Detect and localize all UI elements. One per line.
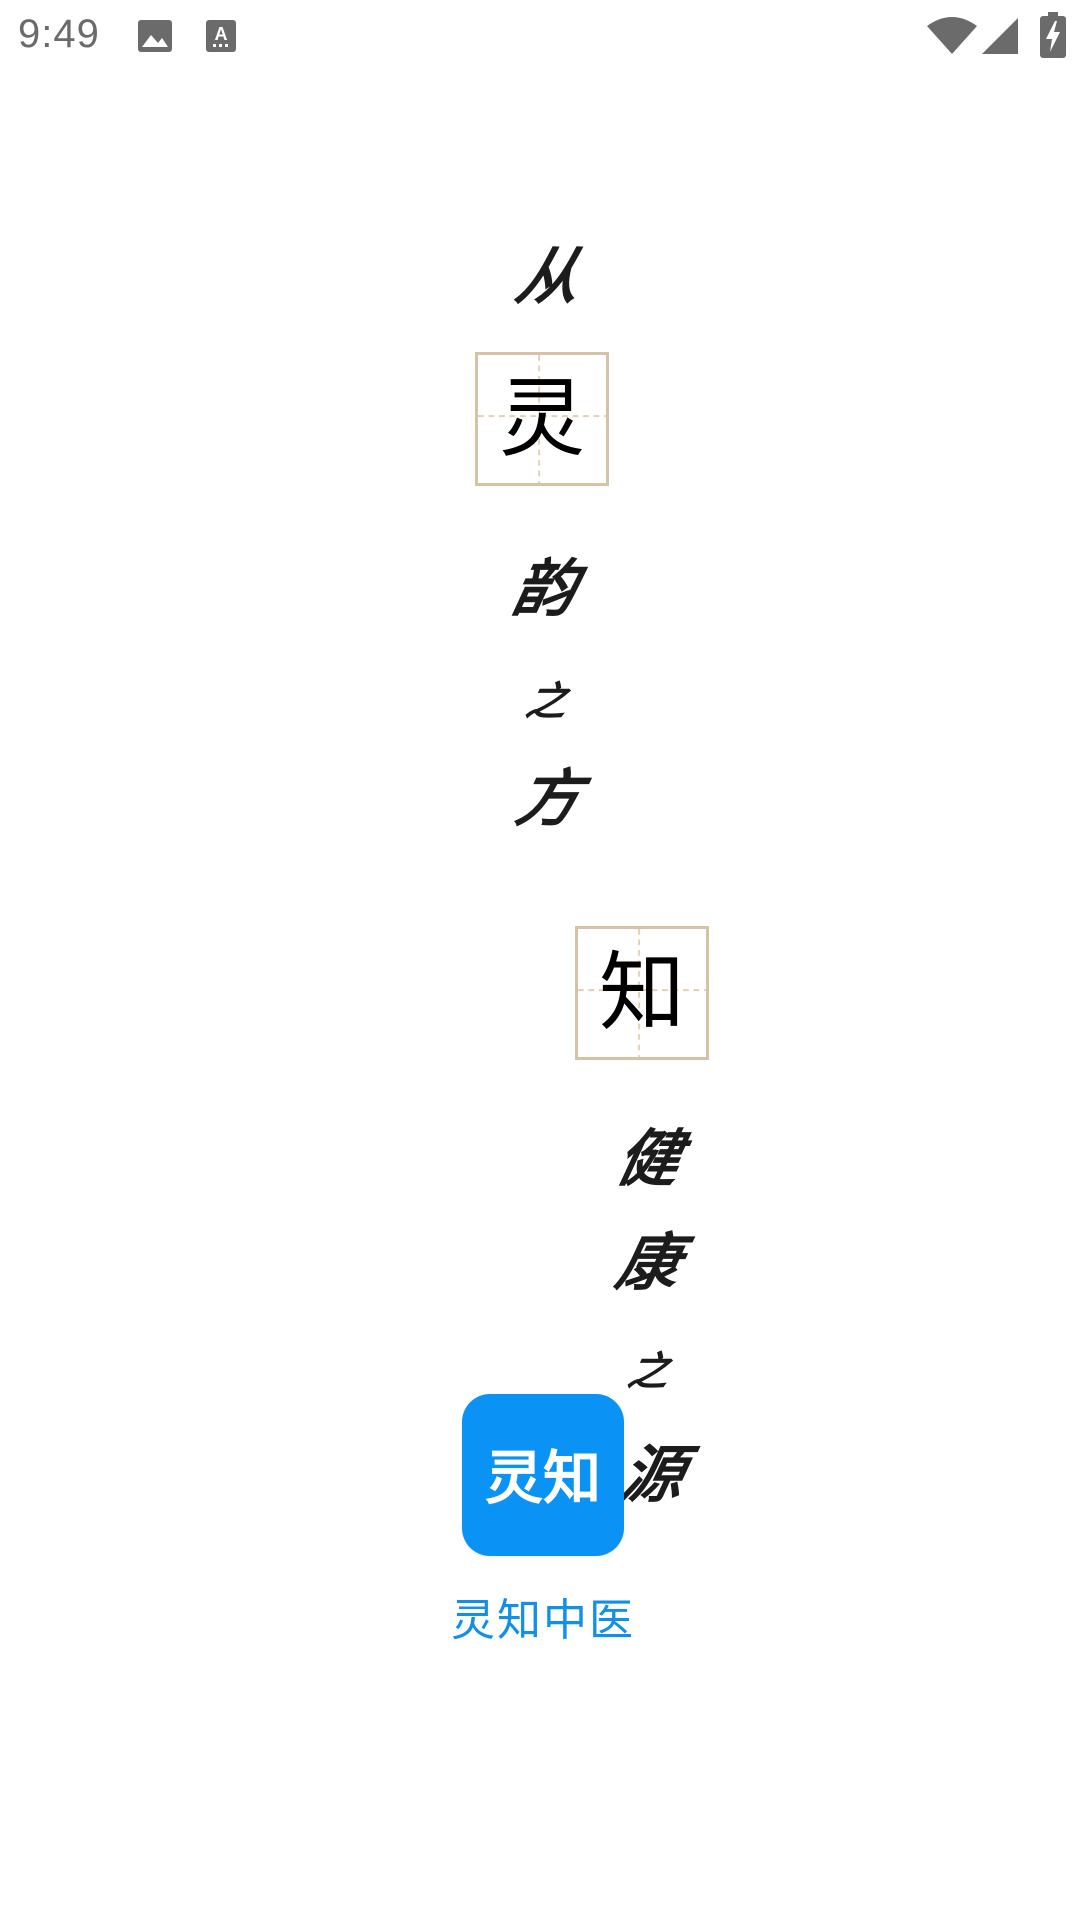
boxed-char: 知 xyxy=(599,943,685,1043)
slogan-char: 韵 xyxy=(506,552,584,625)
keyboard-icon: A xyxy=(205,18,237,54)
svg-text:A: A xyxy=(215,24,228,44)
battery-charging-icon xyxy=(1040,12,1066,58)
splash-screen: 9:49 A 从 灵 韵 之 方 知 健 康 之 源 灵知 灵知中医 xyxy=(0,0,1080,1920)
app-logo: 灵知 xyxy=(462,1394,624,1556)
slogan-char: 从 xyxy=(510,240,588,313)
slogan-char: 之 xyxy=(522,678,573,725)
app-logo-mark: 灵知 xyxy=(485,1444,601,1512)
wifi-icon xyxy=(926,16,978,56)
svg-text:灵知: 灵知 xyxy=(485,1444,601,1512)
slogan-char: 健 xyxy=(610,1122,688,1195)
slogan-char: 康 xyxy=(610,1226,688,1299)
slogan-char: 方 xyxy=(510,762,588,835)
signal-icon xyxy=(980,16,1020,56)
slogan-char: 之 xyxy=(624,1348,675,1395)
grid-box-char: 灵 xyxy=(475,352,609,486)
status-time: 9:49 xyxy=(18,12,100,56)
status-bar: 9:49 A xyxy=(0,0,1080,72)
image-icon xyxy=(136,18,174,54)
app-name: 灵知中医 xyxy=(451,1595,635,1646)
grid-box-char: 知 xyxy=(575,926,709,1060)
boxed-char: 灵 xyxy=(499,369,585,469)
